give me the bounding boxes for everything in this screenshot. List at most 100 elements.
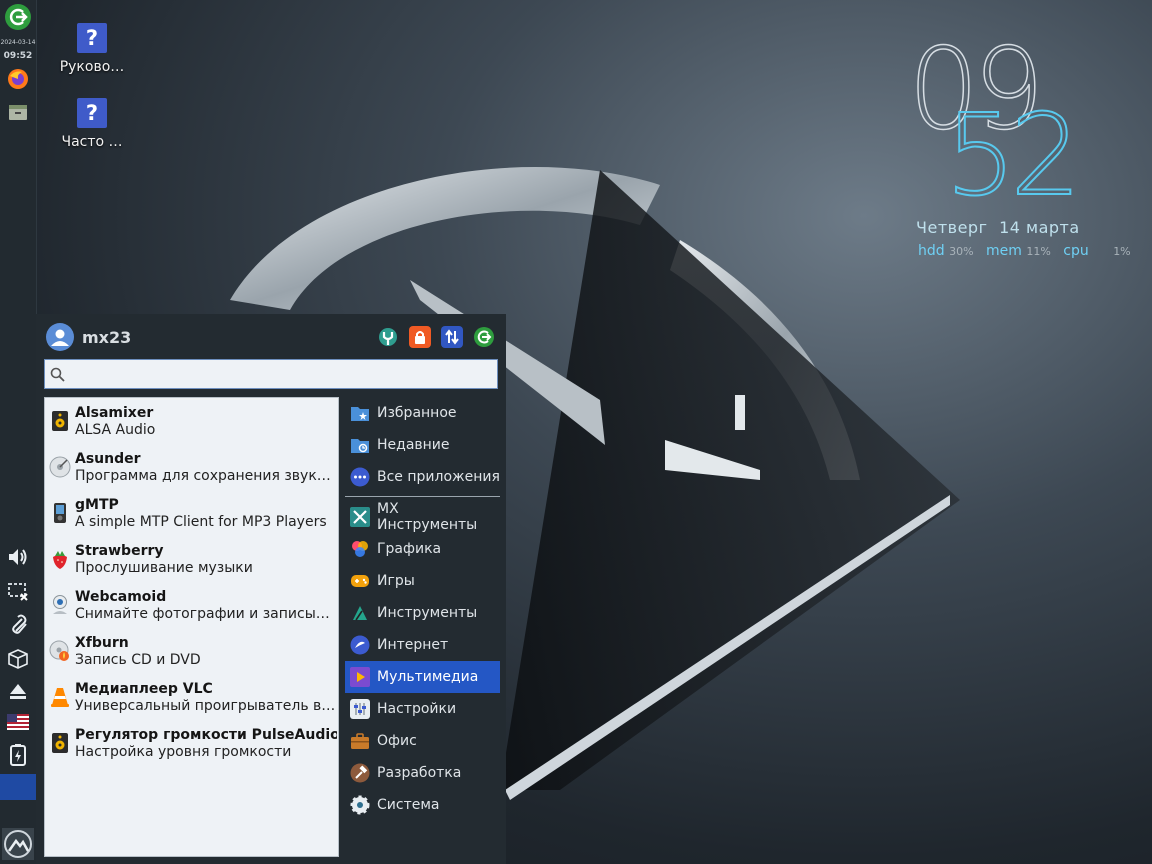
category-label: Мультимедиа: [377, 669, 479, 685]
category-office[interactable]: Офис: [345, 725, 500, 757]
app-desc: Настройка уровня громкости: [75, 743, 292, 760]
category-label: Графика: [377, 541, 442, 557]
category-graphics[interactable]: Графика: [345, 533, 500, 565]
conky-day-month: 14 марта: [999, 218, 1080, 237]
app-name: Xfburn: [75, 634, 129, 651]
desktop-icon-label: Часто …: [61, 134, 123, 150]
app-name: Регулятор громкости PulseAudio: [75, 726, 337, 743]
category-settings[interactable]: Настройки: [345, 693, 500, 725]
gear-icon: [350, 795, 370, 815]
webcam-icon: [49, 594, 71, 616]
app-desc: Снимайте фотографии и записывайте видео: [75, 605, 337, 622]
app-desc: Прослушивание музыки: [75, 559, 253, 576]
eject-icon[interactable]: [4, 677, 32, 705]
category-label: Игры: [377, 573, 415, 589]
disc-burner-icon: [49, 640, 71, 662]
search-box[interactable]: [44, 359, 498, 389]
search-input[interactable]: [67, 361, 491, 387]
settings-manager-icon[interactable]: [377, 326, 399, 348]
firefox-icon[interactable]: [4, 65, 32, 93]
app-item-vlc[interactable]: Медиаплеер VLC Универсальный проигрывател…: [45, 674, 338, 720]
app-name: Alsamixer: [75, 404, 154, 421]
app-item-webcamoid[interactable]: WebcamoidСнимайте фотографии и записывай…: [45, 582, 338, 628]
category-recent[interactable]: Недавние: [345, 429, 500, 461]
file-manager-icon[interactable]: [4, 98, 32, 126]
conky-weekday: Четверг: [916, 218, 988, 237]
search-icon: [50, 367, 65, 382]
mx-menu-icon[interactable]: [2, 828, 34, 860]
app-desc: Универсальный проигрыватель видео и ауди…: [75, 697, 337, 714]
help-icon: ?: [77, 23, 107, 53]
app-item-gmtp[interactable]: gMTP A simple MTP Client for MP3 Players: [45, 490, 338, 536]
hdd-value: 30%: [949, 245, 974, 258]
lock-screen-icon[interactable]: [409, 326, 431, 348]
clipman-icon[interactable]: [4, 611, 32, 639]
user-name: mx23: [82, 327, 132, 347]
panel-clock[interactable]: 09:52: [0, 51, 36, 61]
app-item-pavucontrol[interactable]: Регулятор громкости PulseAudio Настройка …: [45, 720, 338, 766]
cpu-value: 1%: [1113, 245, 1131, 258]
category-label: Интернет: [377, 637, 449, 653]
category-label: Разработка: [377, 765, 462, 781]
app-list[interactable]: Alsamixer ALSA Audio Asunder Программа для…: [44, 397, 339, 857]
accessories-icon: [350, 603, 370, 623]
category-label: MX Инструменты: [377, 501, 478, 533]
briefcase-icon: [350, 731, 370, 751]
mem-value: 11%: [1026, 245, 1051, 258]
cpu-label: cpu: [1063, 243, 1089, 259]
category-internet[interactable]: Интернет: [345, 629, 500, 661]
menu-user-header: mx23: [46, 323, 131, 351]
category-label: Офис: [377, 733, 417, 749]
volume-icon[interactable]: [4, 543, 32, 571]
vlc-icon: [49, 686, 71, 708]
category-label: Настройки: [377, 701, 457, 717]
conky-clock-minute: 52: [944, 91, 1082, 221]
category-mx-tools[interactable]: MX Инструменты: [345, 501, 500, 533]
category-favorites[interactable]: Избранное: [345, 397, 500, 429]
logout-icon[interactable]: [4, 3, 32, 31]
app-desc: Программа для сохранения звуковых дороже…: [75, 467, 337, 484]
category-all-apps[interactable]: Все приложения: [345, 461, 500, 493]
speaker-icon: [49, 732, 71, 754]
network-disconnected-icon[interactable]: [4, 577, 32, 605]
switch-user-icon[interactable]: [441, 326, 463, 348]
app-name: gMTP: [75, 496, 119, 513]
desktop-icon-faq[interactable]: ? Часто …: [52, 98, 132, 150]
logout-icon[interactable]: [473, 326, 495, 348]
app-name: Медиаплеер VLC: [75, 680, 213, 697]
user-avatar-icon: [46, 323, 74, 351]
category-games[interactable]: Игры: [345, 565, 500, 597]
app-item-asunder[interactable]: AsunderПрограмма для сохранения звуковых…: [45, 444, 338, 490]
mp3-player-icon: [49, 502, 71, 524]
category-label: Избранное: [377, 405, 457, 421]
category-list: Избранное Недавние Все приложения MX Инс…: [345, 397, 500, 821]
multimedia-icon: [350, 667, 370, 687]
battery-charging-icon[interactable]: [4, 741, 32, 769]
package-updater-icon[interactable]: [4, 645, 32, 673]
hammer-icon: [350, 763, 370, 783]
app-desc: Запись CD и DVD: [75, 651, 201, 668]
favorites-folder-icon: [350, 403, 370, 423]
mx-tools-icon: [350, 507, 370, 527]
app-item-alsamixer[interactable]: Alsamixer ALSA Audio: [45, 398, 338, 444]
panel-active-window-indicator[interactable]: [0, 774, 36, 800]
graphics-icon: [350, 539, 370, 559]
category-development[interactable]: Разработка: [345, 757, 500, 789]
app-desc: A simple MTP Client for MP3 Players: [75, 513, 327, 530]
app-item-strawberry[interactable]: Strawberry Прослушивание музыки: [45, 536, 338, 582]
keyboard-layout-us-icon[interactable]: [4, 708, 32, 736]
app-name: Strawberry: [75, 542, 164, 559]
conky-date: Четверг 14 марта: [916, 218, 1086, 237]
desktop-icon-manual[interactable]: ? Руково…: [52, 23, 132, 75]
category-accessories[interactable]: Инструменты: [345, 597, 500, 629]
app-item-xfburn[interactable]: Xfburn Запись CD и DVD: [45, 628, 338, 674]
recent-folder-icon: [350, 435, 370, 455]
cd-icon: [49, 456, 71, 478]
desktop-icon-label: Руково…: [59, 59, 125, 75]
category-system[interactable]: Система: [345, 789, 500, 821]
conky-sysinfo: hdd 30% mem 11% cpu 1%: [918, 243, 1139, 259]
hdd-label: hdd: [918, 243, 945, 259]
app-name: Webcamoid: [75, 588, 167, 605]
category-multimedia[interactable]: Мультимедиа: [345, 661, 500, 693]
strawberry-icon: [49, 548, 71, 570]
